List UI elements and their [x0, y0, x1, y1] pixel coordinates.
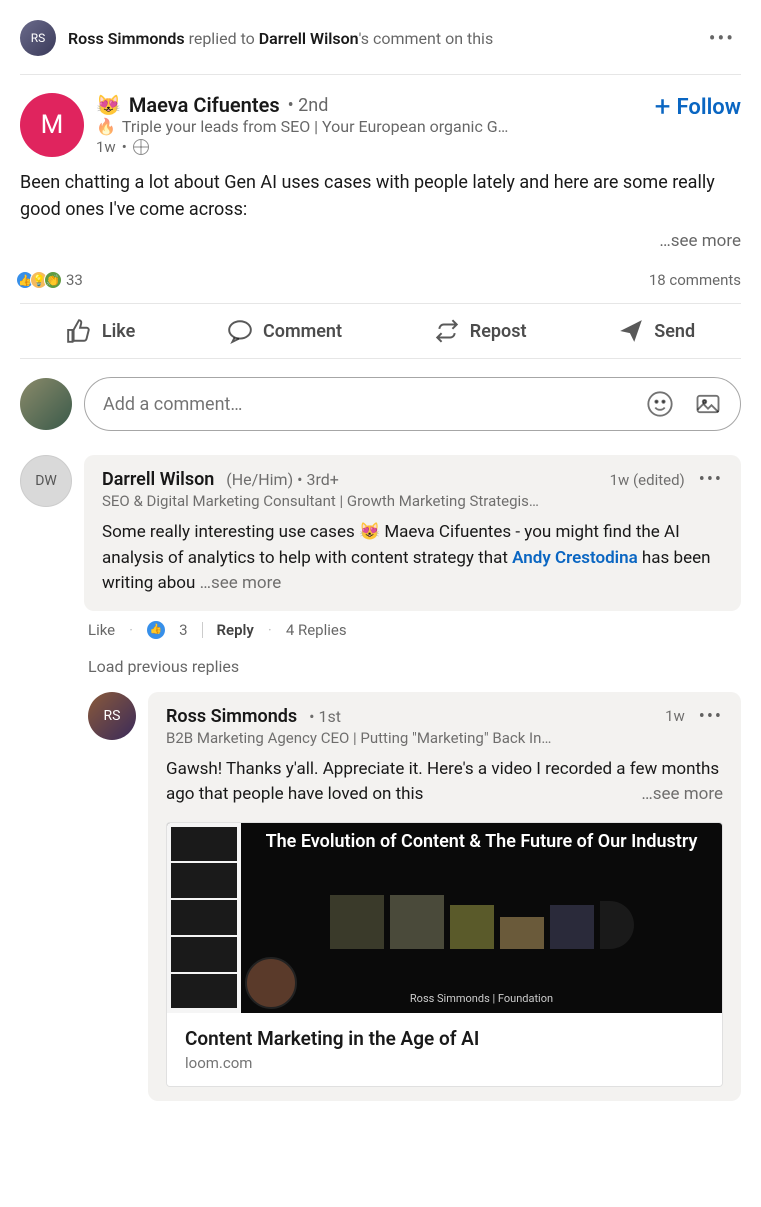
reaction-count: 33 [66, 271, 83, 289]
comment: DW Darrell Wilson (He/Him) • 3rd+ 1w (ed… [20, 455, 741, 649]
comment-compose: Add a comment… [20, 359, 741, 449]
reply-age: 1w [665, 707, 685, 725]
heart-eyes-cat-icon: 😻 [96, 93, 121, 117]
comment-replies-count[interactable]: 4 Replies [286, 621, 347, 639]
globe-icon [133, 139, 149, 155]
commenter-headline: SEO & Digital Marketing Consultant | Gro… [102, 492, 723, 510]
comment-button[interactable]: Comment [227, 318, 342, 344]
post-author-headline: Triple your leads from SEO | Your Europe… [122, 117, 508, 136]
reply-menu-icon[interactable]: ••• [699, 706, 723, 727]
emoji-icon[interactable] [646, 390, 674, 418]
activity-actor[interactable]: Ross Simmonds [68, 29, 185, 48]
slide-footer: Ross Simmonds | Foundation [410, 992, 553, 1005]
reply: RS Ross Simmonds • 1st 1w ••• B2B Market… [88, 692, 741, 1101]
reply-avatar[interactable]: RS [88, 692, 136, 740]
link-preview[interactable]: The Evolution of Content & The Future of… [166, 822, 723, 1087]
mention-link[interactable]: Andy Crestodina [512, 548, 638, 568]
comment-reply-button[interactable]: Reply [217, 621, 254, 639]
self-avatar[interactable] [20, 378, 72, 430]
post-see-more[interactable]: …see more [20, 223, 741, 263]
comment-icon [227, 318, 253, 344]
comments-count[interactable]: 18 comments [649, 271, 741, 289]
send-icon [618, 318, 644, 344]
social-proof-row: 👍 💡 👏 33 18 comments [20, 263, 741, 304]
commenter-degree: • 3rd+ [297, 470, 339, 489]
slide-title: The Evolution of Content & The Future of… [266, 831, 698, 853]
repost-button[interactable]: Repost [434, 318, 527, 344]
post-body: Been chatting a lot about Gen AI uses ca… [20, 169, 741, 223]
reply-headline: B2B Marketing Agency CEO | Putting "Mark… [166, 729, 723, 747]
preview-media: The Evolution of Content & The Future of… [167, 823, 722, 1013]
activity-target[interactable]: Darrell Wilson [259, 29, 359, 48]
post-author-avatar[interactable]: M [20, 93, 84, 157]
reply-degree: • 1st [309, 707, 341, 726]
comment-placeholder: Add a comment… [103, 394, 242, 415]
reactions[interactable]: 👍 💡 👏 33 [20, 271, 83, 289]
like-button[interactable]: Like [66, 318, 135, 344]
reply-author-name[interactable]: Ross Simmonds [166, 706, 297, 727]
preview-source: loom.com [185, 1054, 704, 1072]
commenter-name[interactable]: Darrell Wilson [102, 469, 214, 490]
presenter-avatar [245, 957, 297, 1009]
post-actions: Like Comment Repost Send [20, 304, 741, 359]
post-author-degree: • 2nd [288, 95, 329, 116]
activity-text: Ross Simmonds replied to Darrell Wilson'… [68, 29, 493, 48]
comment-like-button[interactable]: Like [88, 621, 115, 639]
repost-icon [434, 318, 460, 344]
reply-text: Gawsh! Thanks y'all. Appreciate it. Here… [166, 757, 723, 808]
commenter-avatar[interactable]: DW [20, 455, 72, 507]
fire-icon: 🔥 [96, 117, 116, 136]
comment-age: 1w (edited) [610, 471, 685, 489]
comment-input[interactable]: Add a comment… [84, 377, 741, 431]
commenter-pronoun: (He/Him) [226, 470, 293, 489]
plus-icon: + [655, 93, 671, 121]
thumbs-up-icon [66, 318, 92, 344]
comment-see-more[interactable]: …see more [200, 573, 282, 593]
reply-see-more[interactable]: …see more [641, 782, 723, 808]
clap-reaction-icon: 👏 [44, 271, 62, 289]
post-header: M 😻 Maeva Cifuentes • 2nd 🔥 Triple your … [20, 75, 741, 169]
comment-text: Some really interesting use cases 😻 Maev… [102, 520, 723, 597]
load-previous-replies[interactable]: Load previous replies [88, 649, 741, 692]
comment-like-count[interactable]: 3 [179, 621, 187, 639]
comment-menu-icon[interactable]: ••• [699, 469, 723, 490]
preview-title: Content Marketing in the Age of AI [185, 1027, 704, 1050]
like-reaction-icon: 👍 [147, 621, 165, 639]
activity-header: RS Ross Simmonds replied to Darrell Wils… [20, 12, 741, 75]
activity-menu-icon[interactable]: ••• [703, 20, 741, 56]
send-button[interactable]: Send [618, 318, 695, 344]
post-author-name[interactable]: Maeva Cifuentes [129, 93, 280, 117]
post-age: 1w [96, 138, 116, 156]
activity-avatar[interactable]: RS [20, 20, 56, 56]
image-icon[interactable] [694, 390, 722, 418]
comment-actions: Like · 👍 3 Reply · 4 Replies [84, 611, 741, 649]
follow-button[interactable]: + Follow [655, 93, 741, 121]
